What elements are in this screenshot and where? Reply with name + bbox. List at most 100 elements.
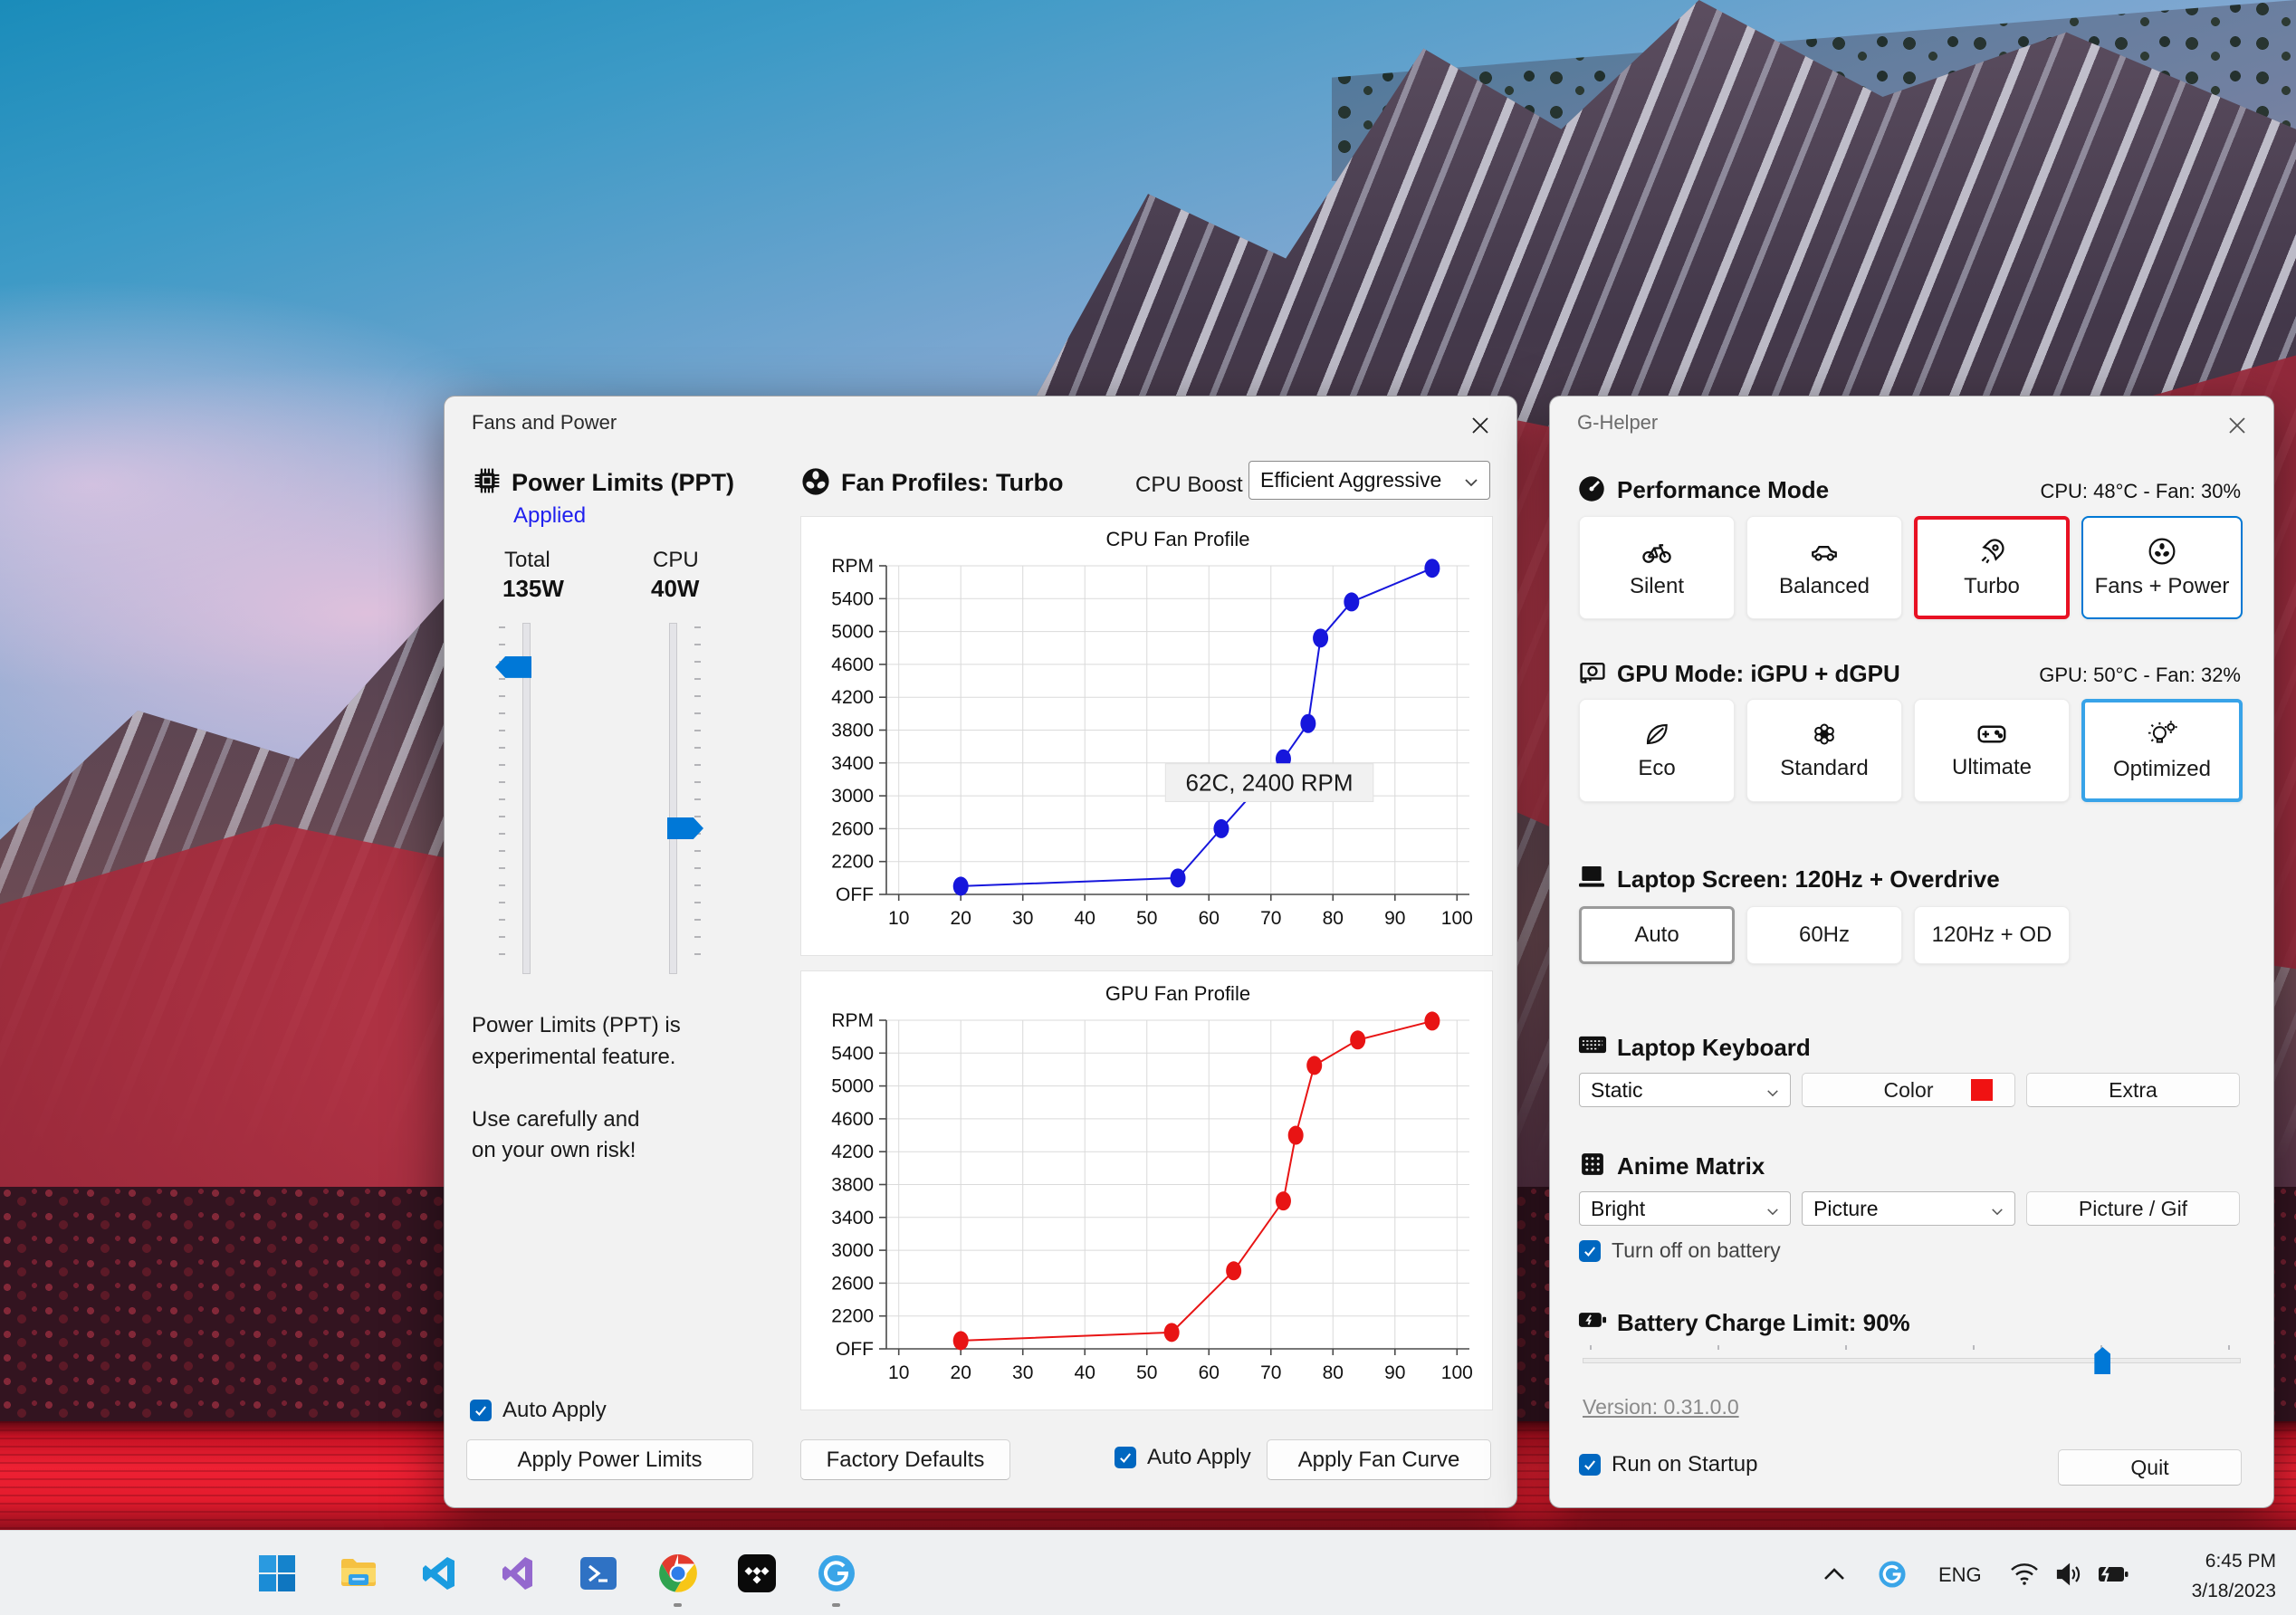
cpu-boost-dropdown[interactable]: Efficient Aggressive [1248, 461, 1490, 500]
apply-fan-curve-button[interactable]: Apply Fan Curve [1267, 1439, 1491, 1480]
total-value: 135W [502, 575, 564, 602]
keyboard-mode-dropdown[interactable]: Static [1579, 1073, 1791, 1107]
gpu-mode-eco[interactable]: Eco [1579, 699, 1735, 802]
running-indicator [832, 1603, 840, 1607]
svg-text:40: 40 [1075, 1362, 1095, 1383]
svg-text:60: 60 [1199, 908, 1220, 929]
perf-mode-balanced[interactable]: Balanced [1746, 516, 1902, 619]
start-button[interactable] [254, 1551, 300, 1596]
close-icon[interactable] [2219, 407, 2255, 444]
running-indicator [674, 1603, 682, 1607]
auto-apply-fan-checkbox[interactable]: Auto Apply [1115, 1445, 1251, 1470]
vscode-icon[interactable] [416, 1551, 462, 1596]
apply-power-limits-button[interactable]: Apply Power Limits [466, 1439, 753, 1480]
battery-tray-icon[interactable] [2093, 1558, 2133, 1591]
chrome-icon[interactable] [655, 1551, 701, 1596]
svg-text:4200: 4200 [831, 1142, 874, 1162]
gpu-mode-standard[interactable]: Standard [1746, 699, 1902, 802]
quit-button[interactable]: Quit [2058, 1449, 2242, 1486]
close-icon[interactable] [1462, 407, 1498, 444]
svg-text:2200: 2200 [831, 1306, 874, 1327]
checkbox-checked-icon[interactable] [1579, 1454, 1601, 1476]
svg-text:10: 10 [888, 908, 909, 929]
power-limits-header: Power Limits (PPT) [512, 469, 735, 496]
tray-chevron-up-icon[interactable] [1814, 1554, 1854, 1594]
file-explorer-icon[interactable] [336, 1551, 381, 1596]
keyboard-color-button[interactable]: Color [1802, 1073, 2015, 1107]
screen-auto-button[interactable]: Auto [1579, 906, 1735, 964]
perf-mode-silent[interactable]: Silent [1579, 516, 1735, 619]
ghelper-taskbar-icon[interactable] [814, 1551, 859, 1596]
cpu-chip-icon [474, 468, 500, 493]
performance-gauge-icon [1579, 476, 1604, 502]
auto-apply-power-checkbox[interactable]: Auto Apply [470, 1398, 607, 1423]
checkbox-checked-icon[interactable] [1579, 1239, 1601, 1262]
gpu-mode-optimized[interactable]: Optimized [2081, 699, 2243, 802]
chevron-down-icon [1464, 468, 1478, 492]
turn-off-on-battery-checkbox[interactable]: Turn off on battery [1579, 1238, 1781, 1263]
laptop-screen-header: Laptop Screen: 120Hz + Overdrive [1617, 865, 2000, 893]
fan-curve-tooltip: 62C, 2400 RPM [1186, 769, 1354, 797]
battery-charge-slider[interactable] [1583, 1345, 2241, 1376]
gpu-card-icon [1580, 663, 1605, 683]
svg-text:20: 20 [951, 1362, 971, 1383]
cpu-fan-curve-chart[interactable]: CPU Fan Profile 10 20 30 40 50 60 70 80 90 100 OFF 2… [800, 516, 1493, 956]
optimized-bulb-gear-icon [2148, 721, 2177, 743]
svg-text:100: 100 [1441, 1362, 1473, 1383]
svg-text:100: 100 [1441, 908, 1473, 929]
matrix-picture-gif-button[interactable]: Picture / Gif [2026, 1191, 2240, 1226]
version-link[interactable]: Version: 0.31.0.0 [1583, 1395, 1739, 1419]
keyboard-extra-button[interactable]: Extra [2026, 1073, 2240, 1107]
checkbox-checked-icon[interactable] [1115, 1447, 1136, 1468]
matrix-content-dropdown[interactable]: Picture [1802, 1191, 2015, 1226]
svg-text:90: 90 [1384, 908, 1405, 929]
svg-text:3800: 3800 [831, 1175, 874, 1196]
tray-ghelper-icon[interactable] [1876, 1558, 1909, 1591]
svg-text:10: 10 [888, 1362, 909, 1383]
tidal-icon[interactable] [734, 1551, 780, 1596]
cpu-boost-label: CPU Boost [1135, 473, 1243, 497]
gpu-mode-ultimate[interactable]: Ultimate [1914, 699, 2070, 802]
visual-studio-icon[interactable] [496, 1551, 541, 1596]
tray-language[interactable]: ENG [1938, 1563, 1982, 1587]
svg-text:2600: 2600 [831, 818, 874, 839]
power-limits-status: Applied [513, 503, 587, 528]
battery-slider-thumb[interactable] [2094, 1347, 2111, 1374]
run-on-startup-checkbox[interactable]: Run on Startup [1579, 1452, 1757, 1477]
matrix-brightness-dropdown[interactable]: Bright [1579, 1191, 1791, 1226]
chevron-down-icon [1766, 1078, 1779, 1103]
cpu-power-slider[interactable] [646, 623, 703, 974]
total-power-slider[interactable] [495, 623, 553, 974]
svg-text:70: 70 [1260, 908, 1281, 929]
anime-matrix-icon [1582, 1153, 1603, 1175]
color-swatch [1971, 1079, 1993, 1101]
gpu-fan-curve-chart[interactable]: GPU Fan Profile 10 20 30 40 50 60 70 80 90 100 OFF 2… [800, 970, 1493, 1410]
svg-text:OFF: OFF [836, 1339, 874, 1360]
svg-text:50: 50 [1136, 908, 1157, 929]
checkbox-checked-icon[interactable] [470, 1400, 492, 1421]
svg-text:3000: 3000 [831, 1240, 874, 1261]
volume-icon[interactable] [2050, 1558, 2088, 1591]
tray-time: 6:45 PM [2205, 1551, 2276, 1572]
wifi-icon[interactable] [2006, 1558, 2042, 1591]
screen-120hz-od-button[interactable]: 120Hz + OD [1914, 906, 2070, 964]
svg-text:30: 30 [1012, 1362, 1033, 1383]
svg-text:5400: 5400 [831, 588, 874, 609]
ghelper-window: G-Helper Performance Mode CPU: 48°C - Fa… [1549, 396, 2274, 1508]
svg-text:3400: 3400 [831, 753, 874, 774]
anime-matrix-header: Anime Matrix [1617, 1152, 1765, 1180]
svg-text:40: 40 [1075, 908, 1095, 929]
perf-mode-fans-power[interactable]: Fans + Power [2081, 516, 2243, 619]
screen-60hz-button[interactable]: 60Hz [1746, 906, 1902, 964]
perf-mode-turbo[interactable]: Turbo [1914, 516, 2070, 619]
battery-icon [1578, 1313, 1607, 1327]
powershell-icon[interactable] [576, 1551, 621, 1596]
svg-text:5000: 5000 [831, 622, 874, 643]
rocket-icon [1981, 539, 2004, 564]
taskbar-clock[interactable]: 6:45 PM 3/18/2023 [2192, 1547, 2276, 1606]
taskbar: ENG 6:45 PM 3/18/2023 [0, 1530, 2296, 1615]
svg-text:4200: 4200 [831, 687, 874, 708]
svg-text:4600: 4600 [831, 655, 874, 675]
svg-text:OFF: OFF [836, 884, 874, 905]
factory-defaults-button[interactable]: Factory Defaults [800, 1439, 1010, 1480]
